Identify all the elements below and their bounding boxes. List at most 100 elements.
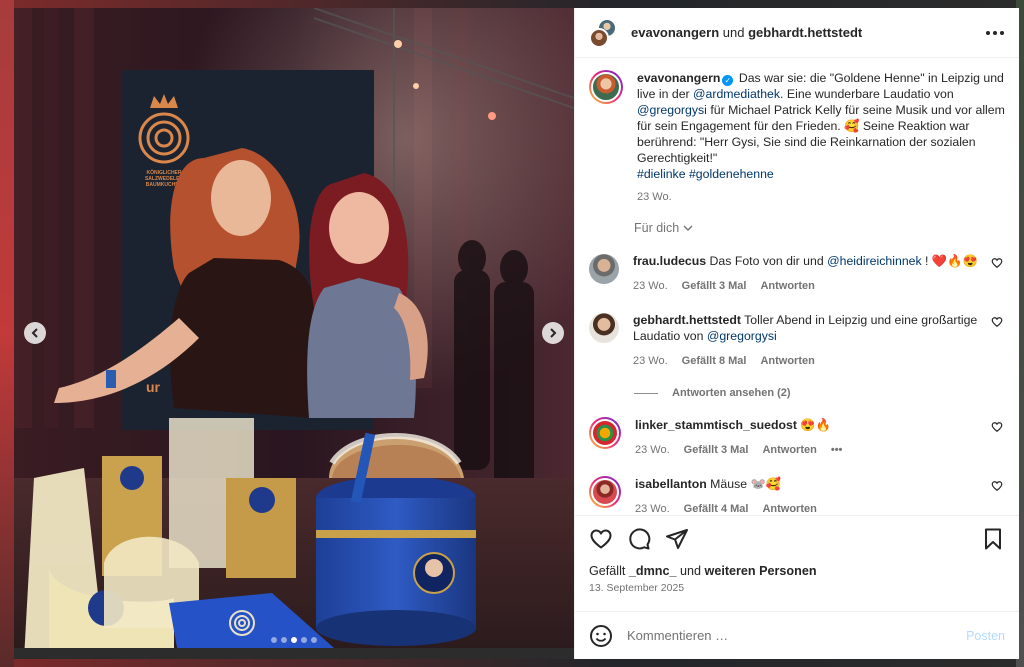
comment-text: 😍🔥 xyxy=(800,418,832,432)
chevron-left-icon xyxy=(31,328,38,338)
header-username-2[interactable]: gebhardt.hettstedt xyxy=(748,25,862,40)
comment-likes[interactable]: Gefällt 3 Mal xyxy=(682,278,747,294)
comments-list[interactable]: evavonangern ✓ Das war sie: die "Goldene … xyxy=(575,58,1019,515)
view-replies-label: Antworten ansehen (2) xyxy=(672,387,791,399)
hashtag-link[interactable]: #dielinke xyxy=(637,167,686,181)
likes-summary[interactable]: Gefällt _dmnc_ und weiteren Personen xyxy=(589,564,1005,578)
more-horizontal-icon[interactable] xyxy=(985,30,1005,36)
post-photo[interactable]: KÖNIGLICHER SALZWEDELER BAUMKUCHEN ur Kö xyxy=(14,8,574,659)
comment-username[interactable]: gebhardt.hettstedt xyxy=(633,313,741,327)
story-ring[interactable] xyxy=(589,70,623,104)
reply-button[interactable]: Antworten xyxy=(760,353,814,369)
story-ring[interactable] xyxy=(589,476,621,508)
avatar[interactable] xyxy=(589,313,619,343)
comment-text-end: ! ❤️🔥😍 xyxy=(921,254,978,268)
like-heart-icon[interactable] xyxy=(589,527,613,551)
avatar[interactable] xyxy=(589,254,619,284)
reply-button[interactable]: Antworten xyxy=(760,278,814,294)
action-icons xyxy=(589,526,1005,552)
banner-brand-line-1: KÖNIGLICHER xyxy=(147,169,182,176)
comment-username[interactable]: linker_stammtisch_suedost xyxy=(635,418,797,432)
caption-meta: 23 Wo. xyxy=(637,191,1005,203)
avatar xyxy=(591,72,621,102)
chevron-right-icon xyxy=(550,328,557,338)
comment-bubble-icon[interactable] xyxy=(627,527,651,551)
comment-item: linker_stammtisch_suedost 😍🔥 23 Wo. Gefä… xyxy=(589,417,1005,458)
comment-username[interactable]: frau.ludecus xyxy=(633,254,706,268)
emoji-smiley-icon[interactable] xyxy=(589,624,613,648)
post-date[interactable]: 13. September 2025 xyxy=(589,582,1005,594)
comment-username[interactable]: isabellanton xyxy=(635,477,707,491)
comment-body: linker_stammtisch_suedost 😍🔥 23 Wo. Gefä… xyxy=(635,417,1005,458)
hashtag-link[interactable]: #goldenehenne xyxy=(689,167,774,181)
reply-button[interactable]: Antworten xyxy=(762,442,816,458)
comment-item: gebhardt.hettstedt Toller Abend in Leipz… xyxy=(589,312,1005,369)
comment-time[interactable]: 23 Wo. xyxy=(635,501,670,515)
collab-avatars[interactable] xyxy=(589,17,619,48)
add-comment-bar: Posten xyxy=(575,611,1019,659)
comment-likes[interactable]: Gefällt 3 Mal xyxy=(684,442,749,458)
comment-meta: 23 Wo. Gefällt 4 Mal Antworten xyxy=(635,501,983,515)
view-replies-link[interactable]: Antworten ansehen (2) xyxy=(634,387,1005,399)
comment-like-heart-icon[interactable] xyxy=(991,480,1003,492)
comment-item: frau.ludecus Das Foto von dir und @heidi… xyxy=(589,253,1005,294)
chevron-down-icon xyxy=(683,225,693,231)
avatar xyxy=(591,419,619,447)
caption-time[interactable]: 23 Wo. xyxy=(637,191,672,203)
comment-likes[interactable]: Gefällt 4 Mal xyxy=(684,501,749,515)
comment-sort-dropdown[interactable]: Für dich xyxy=(634,221,1005,235)
mention-link[interactable]: @ardmediathek xyxy=(693,87,780,101)
avatar xyxy=(589,27,609,48)
backdrop-left-strip xyxy=(0,0,14,667)
comment-likes[interactable]: Gefällt 8 Mal xyxy=(682,353,747,369)
comment-input[interactable] xyxy=(627,628,953,643)
comment-body: frau.ludecus Das Foto von dir und @heidi… xyxy=(633,253,1005,294)
reply-button[interactable]: Antworten xyxy=(762,501,816,515)
carousel-prev-button[interactable] xyxy=(24,322,46,344)
collab-names: evavonangern und gebhardt.hettstedt xyxy=(631,25,985,40)
likes-suffix[interactable]: weiteren Personen xyxy=(705,564,817,578)
caption-text-2: . Eine wunderbare Laudatio von xyxy=(780,87,954,101)
avatar xyxy=(591,478,619,506)
post-actions: Gefällt _dmnc_ und weiteren Personen 13.… xyxy=(575,515,1019,611)
sort-label: Für dich xyxy=(634,221,680,235)
carousel-dots xyxy=(271,637,317,643)
post-comment-button[interactable]: Posten xyxy=(966,629,1005,643)
mention-link[interactable]: @heidireichinnek xyxy=(827,254,922,268)
comment-like-heart-icon[interactable] xyxy=(991,421,1003,433)
replies-divider xyxy=(634,392,658,394)
carousel-dot xyxy=(311,637,317,643)
post-side-panel: evavonangern und gebhardt.hettstedt evav… xyxy=(574,8,1019,659)
comment-more-button[interactable]: ••• xyxy=(831,442,843,458)
carousel-dot xyxy=(271,637,277,643)
likes-user[interactable]: _dmnc_ xyxy=(629,564,677,578)
post-header: evavonangern und gebhardt.hettstedt xyxy=(575,8,1019,58)
comment-time[interactable]: 23 Wo. xyxy=(635,442,670,458)
header-username-1[interactable]: evavonangern xyxy=(631,25,719,40)
post-caption: evavonangern ✓ Das war sie: die "Goldene … xyxy=(589,70,1005,203)
mention-link[interactable]: @gregorgysi xyxy=(637,103,707,117)
comment-threads: frau.ludecus Das Foto von dir und @heidi… xyxy=(589,253,1005,515)
likes-prefix: Gefällt xyxy=(589,564,626,578)
caption-text: evavonangern ✓ Das war sie: die "Goldene … xyxy=(637,70,1005,182)
verified-badge-icon: ✓ xyxy=(722,75,734,86)
caption-username[interactable]: evavonangern xyxy=(637,71,720,85)
carousel-dot xyxy=(291,637,297,643)
post-modal: KÖNIGLICHER SALZWEDELER BAUMKUCHEN ur Kö xyxy=(14,8,1019,659)
bookmark-icon[interactable] xyxy=(981,527,1005,551)
comment-item: isabellanton Mäuse 🐭🥰 23 Wo. Gefällt 4 M… xyxy=(589,476,1005,515)
carousel-next-button[interactable] xyxy=(542,322,564,344)
comment-text: Mäuse 🐭🥰 xyxy=(710,477,782,491)
comment-meta: 23 Wo. Gefällt 8 Mal Antworten xyxy=(633,353,983,369)
comment-text: Das Foto von dir und xyxy=(709,254,828,268)
carousel-dot xyxy=(301,637,307,643)
comment-meta: 23 Wo. Gefällt 3 Mal Antworten xyxy=(633,278,983,294)
carousel-dot xyxy=(281,637,287,643)
comment-time[interactable]: 23 Wo. xyxy=(633,353,668,369)
mention-link[interactable]: @gregorgysi xyxy=(707,329,777,343)
share-paper-plane-icon[interactable] xyxy=(665,527,689,551)
comment-time[interactable]: 23 Wo. xyxy=(633,278,668,294)
story-ring[interactable] xyxy=(589,417,621,449)
comment-like-heart-icon[interactable] xyxy=(991,316,1003,328)
comment-like-heart-icon[interactable] xyxy=(991,257,1003,269)
